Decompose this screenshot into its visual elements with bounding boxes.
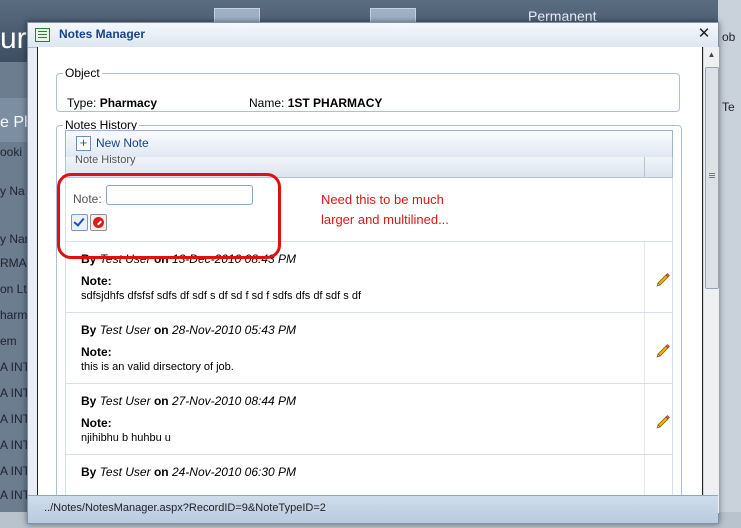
object-type: Type: Pharmacy [67,96,158,110]
note-label: Note: [81,345,112,359]
background-side-text: A INT [0,438,31,452]
background-title-fragment: ur [0,22,27,55]
title-bar[interactable]: Notes Manager ✕ [28,23,718,48]
annotation-text: Need this to be much larger and multilin… [321,192,449,227]
window-content: Object Type: Pharmacy Name: 1ST PHARMACY… [37,47,703,513]
background-side-text: A INT [0,412,31,426]
vertical-scrollbar[interactable]: ▲ ▼ [703,47,719,513]
close-icon[interactable]: ✕ [694,24,714,44]
note-author-line: By Test User on 24-Nov-2010 06:30 PM [81,465,297,479]
status-bar: ../Notes/NotesManager.aspx?RecordID=9&No… [28,495,718,523]
edit-pencil-icon[interactable] [655,343,671,359]
window-title: Notes Manager [59,27,146,41]
grid-header-label: Note History [75,154,136,166]
background-side-text: y Na [0,184,25,198]
notes-manager-window: Notes Manager ✕ Object Type: Pharmacy Na… [27,22,719,524]
scrollbar-thumb[interactable] [705,67,719,289]
add-icon[interactable]: + [76,136,91,151]
background-side-text: A INT [0,386,31,400]
notes-app-icon [35,28,50,42]
notes-toolbar: + New Note [65,130,673,158]
note-author-line: By Test User on 27-Nov-2010 08:44 PM [81,394,297,408]
status-url: ../Notes/NotesManager.aspx?RecordID=9&No… [44,502,326,514]
edit-pencil-icon[interactable] [655,272,671,288]
object-type-value: Pharmacy [99,96,158,110]
note-text: njihibhu b huhbu u [81,432,171,444]
note-label: Note: [81,274,112,288]
background-side-text: harm [0,308,28,322]
background-side-text: ooki [0,145,23,159]
object-fieldset: Object Type: Pharmacy Name: 1ST PHARMACY [56,66,680,112]
scroll-up-icon[interactable]: ▲ [704,47,719,62]
note-text: sdfsjdhfs dfsfsf sdfs df sdf s df sd f s… [81,290,362,302]
object-name: Name: 1ST PHARMACY [249,96,383,110]
object-name-value: 1ST PHARMACY [287,96,383,110]
object-legend: Object [65,66,100,80]
new-note-button[interactable]: New Note [96,136,149,150]
note-text: this is an valid dirsectory of job. [81,361,234,373]
background-side-text: y Nar [0,232,29,246]
background-side-text: A INT [0,488,31,502]
background-side-text: A INT [0,464,31,478]
note-author-line: By Test User on 28-Nov-2010 05:43 PM [81,323,297,337]
background-side-text: em [0,334,17,348]
edit-pencil-icon[interactable] [655,414,671,430]
note-item: By Test User on 27-Nov-2010 08:44 PM Not… [65,384,673,455]
background-right-column: ob Te [718,0,741,528]
note-item: By Test User on 28-Nov-2010 05:43 PM Not… [65,313,673,384]
background-side-text: A INT [0,360,31,374]
annotation-highlight-box [57,173,281,259]
note-label: Note: [81,416,112,430]
